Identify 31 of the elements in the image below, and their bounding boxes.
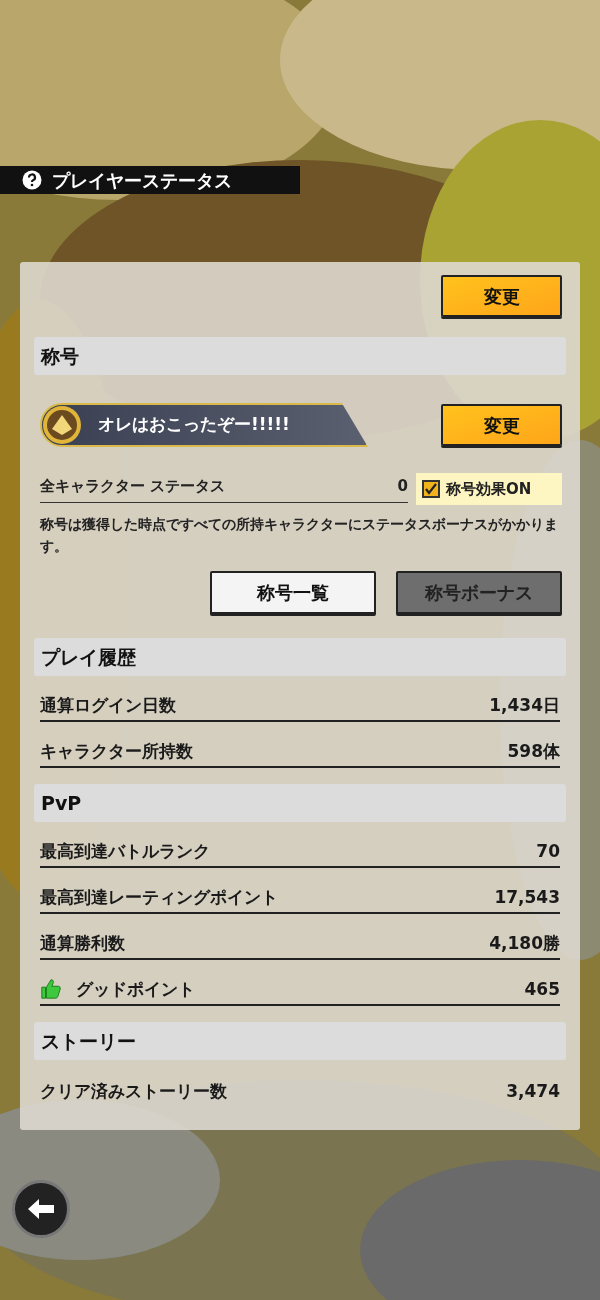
- change-button[interactable]: 変更: [441, 404, 562, 446]
- stat-label: 最高到達レーティングポイント: [40, 885, 278, 909]
- stat-value: 70: [536, 839, 560, 863]
- stat-label: 通算勝利数: [40, 931, 125, 955]
- title-list-button[interactable]: 称号一覧: [210, 571, 376, 614]
- stat-value: 3,474: [506, 1079, 560, 1103]
- help-icon[interactable]: [22, 170, 42, 190]
- stat-label: グッドポイント: [76, 977, 195, 1001]
- status-value: 0: [397, 476, 408, 498]
- stat-label: 通算ログイン日数: [40, 693, 176, 717]
- title-description: 称号は獲得した時点ですべての所持キャラクターにステータスボーナスがかかります。: [38, 515, 559, 556]
- screen-title: プレイヤーステータス: [52, 168, 232, 193]
- stat-value: 4,180勝: [489, 931, 560, 955]
- section-heading: 称号: [34, 337, 566, 375]
- section-heading: プレイ履歴: [34, 638, 566, 676]
- status-label: 全キャラクター ステータス: [40, 476, 226, 498]
- stat-value: 598体: [507, 739, 560, 763]
- back-arrow-icon: [26, 1197, 56, 1221]
- stat-value: 465: [524, 977, 560, 1001]
- stat-value: 17,543: [494, 885, 560, 909]
- thumbs-up-icon: [40, 978, 62, 1001]
- section-heading: PvP: [34, 784, 566, 822]
- title-text: オレはおこったぞー!!!!!: [98, 413, 290, 437]
- stat-label: キャラクター所持数: [40, 739, 193, 763]
- stat-label: クリア済みストーリー数: [40, 1079, 227, 1103]
- change-button[interactable]: 変更: [441, 275, 562, 317]
- stat-label: 最高到達バトルランク: [40, 839, 210, 863]
- section-heading: ストーリー: [34, 1022, 566, 1060]
- emblem-icon: [42, 405, 82, 445]
- stat-value: 1,434日: [489, 693, 560, 717]
- title-effect-checkbox[interactable]: 称号効果ON: [416, 473, 562, 505]
